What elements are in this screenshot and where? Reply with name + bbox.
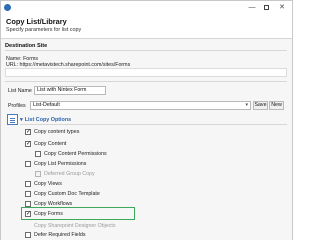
list-name-label: List Name xyxy=(8,88,32,94)
minimize-button[interactable]: — xyxy=(247,3,257,12)
list-copy-options-label: List Copy Options xyxy=(24,117,72,123)
option-deferred-group-copy: Deferred Group Copy xyxy=(35,171,95,179)
destination-site-heading: Destination Site xyxy=(5,43,48,49)
dialog-title: Copy List/Library xyxy=(6,17,67,26)
maximize-icon xyxy=(263,5,269,10)
option-copy-custom-doc-template[interactable]: Copy Custom Doc Template xyxy=(25,191,100,199)
checkbox[interactable]: ✓ xyxy=(25,129,31,135)
checkbox[interactable]: ✓ xyxy=(25,141,31,147)
close-button[interactable]: ✕ xyxy=(277,3,287,12)
app-icon xyxy=(4,4,11,11)
copy-forms-highlight xyxy=(21,207,135,220)
maximize-button[interactable] xyxy=(261,3,271,12)
checkbox[interactable] xyxy=(25,181,31,187)
checkbox xyxy=(35,171,41,177)
new-profile-button[interactable]: New xyxy=(269,101,284,110)
dialog-header: Copy List/Library Specify parameters for… xyxy=(1,14,292,37)
dialog-subtitle: Specify parameters for list copy xyxy=(6,27,82,33)
profiles-select[interactable]: List-Default ▾ xyxy=(30,101,251,110)
option-copy-list-permissions[interactable]: Copy List Permissions xyxy=(25,161,86,169)
checkbox[interactable] xyxy=(25,232,31,238)
profiles-label: Profiles xyxy=(8,103,26,109)
option-copy-content-permissions[interactable]: Copy Content Permissions xyxy=(35,151,107,159)
collapse-triangle-icon: ▾ xyxy=(20,117,23,123)
option-copy-sharepoint-designer-objects: Copy Sharepoint Designer Objects xyxy=(34,223,116,229)
save-profile-button[interactable]: Save xyxy=(253,101,268,110)
copy-list-dialog: — ✕ Copy List/Library Specify parameters… xyxy=(0,0,293,240)
list-options-icon xyxy=(7,114,18,125)
checkbox[interactable] xyxy=(35,151,41,157)
list-name-input[interactable]: List with Nintex Form xyxy=(34,86,106,95)
chevron-down-icon: ▾ xyxy=(245,102,248,108)
destination-details-box xyxy=(5,68,287,77)
option-copy-content[interactable]: ✓ Copy Content xyxy=(25,141,66,149)
profiles-selected-value: List-Default xyxy=(33,102,60,108)
destination-divider xyxy=(5,50,287,51)
option-defer-required-fields[interactable]: Defer Required Fields xyxy=(25,232,86,240)
list-copy-options-toggle[interactable]: ▾ List Copy Options xyxy=(20,117,71,123)
checkbox[interactable] xyxy=(25,191,31,197)
option-copy-views[interactable]: Copy Views xyxy=(25,181,62,189)
options-divider xyxy=(20,124,287,125)
option-copy-content-types[interactable]: ✓ Copy content types xyxy=(25,129,79,137)
checkbox[interactable] xyxy=(25,161,31,167)
title-bar: — ✕ xyxy=(1,1,292,14)
list-divider xyxy=(5,81,287,82)
